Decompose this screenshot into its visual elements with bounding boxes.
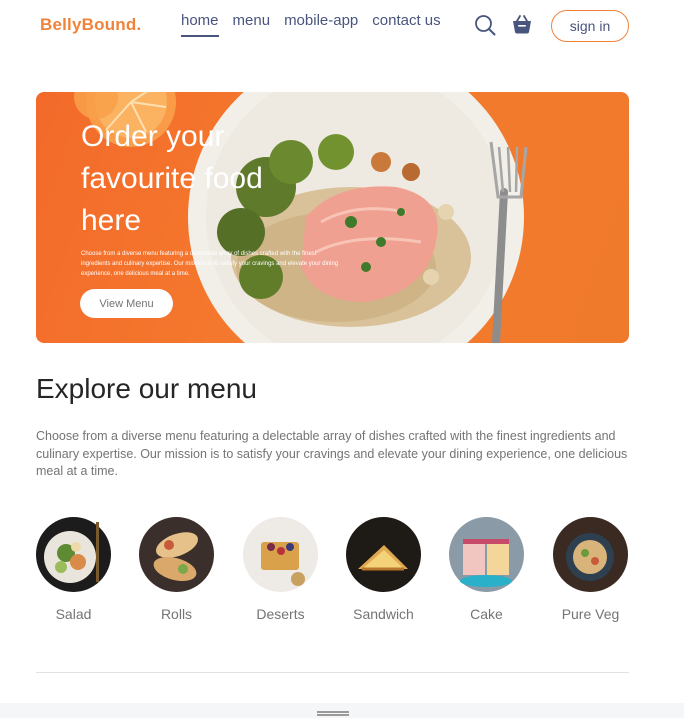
hero-title: Order your favourite food here — [81, 120, 263, 237]
cake-image — [449, 517, 524, 592]
menu-category-label: Sandwich — [353, 606, 414, 622]
explore-title: Explore our menu — [36, 373, 258, 404]
menu-category-label: Rolls — [160, 606, 193, 622]
sandwich-image — [346, 517, 421, 592]
menu-category-label: Cake — [470, 606, 503, 622]
search-icon[interactable] — [474, 14, 496, 36]
menu-category-label: Pure Veg — [561, 606, 620, 622]
nav-item-home[interactable]: home — [181, 12, 219, 37]
pure-veg-image — [553, 517, 628, 592]
basket-icon[interactable] — [511, 13, 533, 35]
nav-item-menu[interactable]: menu — [233, 12, 271, 37]
salad-image — [36, 517, 111, 592]
menu-category-list: Salad Rolls Deserts Sandwich Cake Pure V… — [36, 517, 629, 627]
rolls-image — [139, 517, 214, 592]
deserts-image — [243, 517, 318, 592]
menu-category-rolls[interactable]: Rolls — [139, 517, 214, 622]
menu-category-salad[interactable]: Salad — [36, 517, 111, 622]
hero-description: Choose from a diverse menu featuring a d… — [81, 251, 339, 277]
menu-category-deserts[interactable]: Deserts — [243, 517, 318, 622]
explore-description: Choose from a diverse menu featuring a d… — [36, 429, 628, 478]
sign-in-button[interactable]: sign in — [551, 10, 629, 42]
section-divider — [36, 672, 629, 673]
drag-handle-icon[interactable] — [317, 711, 349, 716]
menu-category-sandwich[interactable]: Sandwich — [346, 517, 421, 622]
hero-banner: Order your favourite food here Choose fr… — [36, 92, 629, 343]
nav-item-contact-us[interactable]: contact us — [372, 12, 440, 37]
nav-item-mobile-app[interactable]: mobile-app — [284, 12, 358, 37]
view-menu-button[interactable]: View Menu — [80, 289, 173, 318]
menu-category-label: Salad — [55, 606, 92, 622]
menu-category-pure-veg[interactable]: Pure Veg — [553, 517, 628, 622]
menu-category-cake[interactable]: Cake — [449, 517, 524, 622]
navbar: BellyBound. home menu mobile-app contact… — [0, 0, 684, 52]
brand-logo[interactable]: BellyBound. — [40, 15, 141, 35]
nav-menu: home menu mobile-app contact us — [181, 12, 441, 37]
menu-category-label: Deserts — [256, 606, 305, 622]
